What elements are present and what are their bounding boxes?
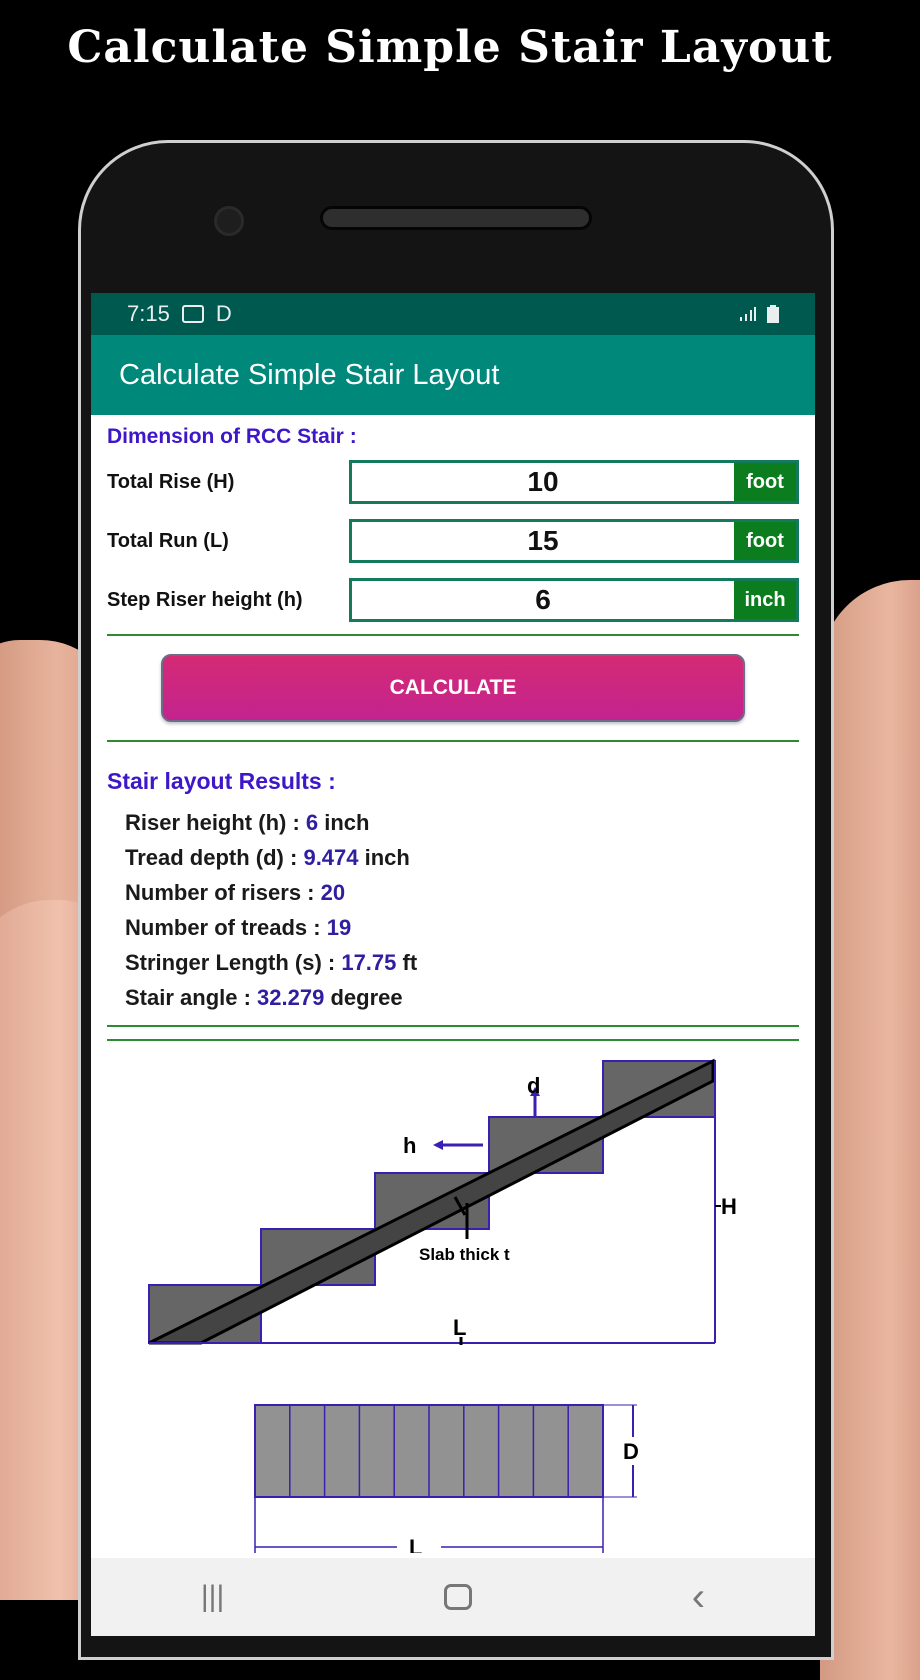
status-bar: 7:15 D	[91, 293, 815, 335]
calculate-button[interactable]: CALCULATE	[161, 654, 745, 722]
label-h: h	[403, 1133, 416, 1158]
label-slab-thick: Slab thick t	[419, 1245, 510, 1264]
waist-slab	[148, 1058, 715, 1345]
button-wrap: CALCULATE	[107, 644, 799, 732]
input-row-total-rise: Total Rise (H) foot	[107, 457, 799, 507]
app-title: Calculate Simple Stair Layout	[119, 358, 500, 391]
result-label: Number of treads :	[125, 915, 327, 940]
total-rise-unit: foot	[734, 463, 796, 501]
inputs-section-title: Dimension of RCC Stair :	[107, 425, 357, 448]
riser-height-field: inch	[349, 578, 799, 622]
result-value: 6	[305, 810, 319, 835]
divider	[107, 1039, 799, 1041]
label-L: L	[453, 1315, 466, 1340]
result-value: 32.279	[257, 985, 325, 1010]
divider	[107, 1025, 799, 1027]
total-rise-label: Total Rise (H)	[107, 470, 235, 493]
stair-plan: D L	[254, 1404, 645, 1560]
label-d: d	[527, 1073, 540, 1098]
sim-icon	[181, 305, 204, 323]
recents-button[interactable]: |||	[201, 1580, 224, 1614]
navigation-bar: ||| ‹	[91, 1558, 815, 1636]
riser-height-unit: inch	[734, 581, 796, 619]
divider	[107, 634, 799, 636]
result-unit: inch	[358, 845, 410, 870]
result-unit: inch	[318, 810, 370, 835]
result-value: 19	[326, 915, 352, 940]
total-rise-field: foot	[349, 460, 799, 504]
speaker-grille	[320, 206, 592, 230]
status-time: 7:15	[127, 301, 170, 326]
total-run-unit: foot	[734, 522, 796, 560]
back-button[interactable]: ‹	[692, 1575, 705, 1620]
d-icon: D	[215, 301, 232, 326]
label-H: H	[721, 1194, 737, 1219]
result-label: Stair angle :	[125, 985, 258, 1010]
app-bar: Calculate Simple Stair Layout	[91, 335, 815, 415]
total-run-label: Total Run (L)	[107, 529, 229, 552]
result-unit: ft	[396, 950, 418, 975]
total-rise-input[interactable]	[352, 463, 734, 501]
promo-title: Calculate Simple Stair Layout	[67, 22, 833, 73]
signal-icon	[740, 307, 756, 321]
camera-icon	[214, 206, 244, 236]
label-D: D	[623, 1439, 639, 1464]
result-riser-height: Riser height (h) : 6 inch	[107, 805, 799, 840]
total-run-field: foot	[349, 519, 799, 563]
result-label: Stringer Length (s) :	[125, 950, 342, 975]
result-stair-angle: Stair angle : 32.279 degree	[107, 980, 799, 1015]
result-value: 9.474	[303, 845, 359, 870]
content: Dimension of RCC Stair : Total Rise (H) …	[91, 415, 815, 1041]
screen: 7:15 D Calculate Simple Stair Layout Dim…	[91, 293, 815, 1636]
result-label: Tread depth (d) :	[125, 845, 304, 870]
label-L2: L	[409, 1535, 422, 1553]
result-label: Number of risers :	[125, 880, 321, 905]
result-number-of-risers: Number of risers : 20	[107, 875, 799, 910]
riser-height-label: Step Riser height (h)	[107, 588, 303, 611]
result-tread-depth: Tread depth (d) : 9.474 inch	[107, 840, 799, 875]
result-value: 17.75	[341, 950, 397, 975]
result-value: 20	[320, 880, 346, 905]
input-row-total-run: Total Run (L) foot	[107, 516, 799, 566]
hand-right	[820, 580, 920, 1680]
h-arrowhead	[433, 1140, 443, 1150]
input-row-riser-height: Step Riser height (h) inch	[107, 575, 799, 625]
results-title: Stair layout Results :	[107, 768, 336, 794]
divider	[107, 740, 799, 742]
home-button[interactable]	[444, 1584, 473, 1610]
stair-section: d h H L Slab thick t	[148, 1058, 737, 1345]
battery-icon	[767, 305, 779, 323]
total-run-input[interactable]	[352, 522, 734, 560]
result-unit: degree	[324, 985, 403, 1010]
riser-height-input[interactable]	[352, 581, 734, 619]
result-number-of-treads: Number of treads : 19	[107, 910, 799, 945]
result-label: Riser height (h) :	[125, 810, 306, 835]
stair-diagram: d h H L Slab thick t D L	[148, 1058, 737, 1560]
result-stringer-length: Stringer Length (s) : 17.75 ft	[107, 945, 799, 980]
